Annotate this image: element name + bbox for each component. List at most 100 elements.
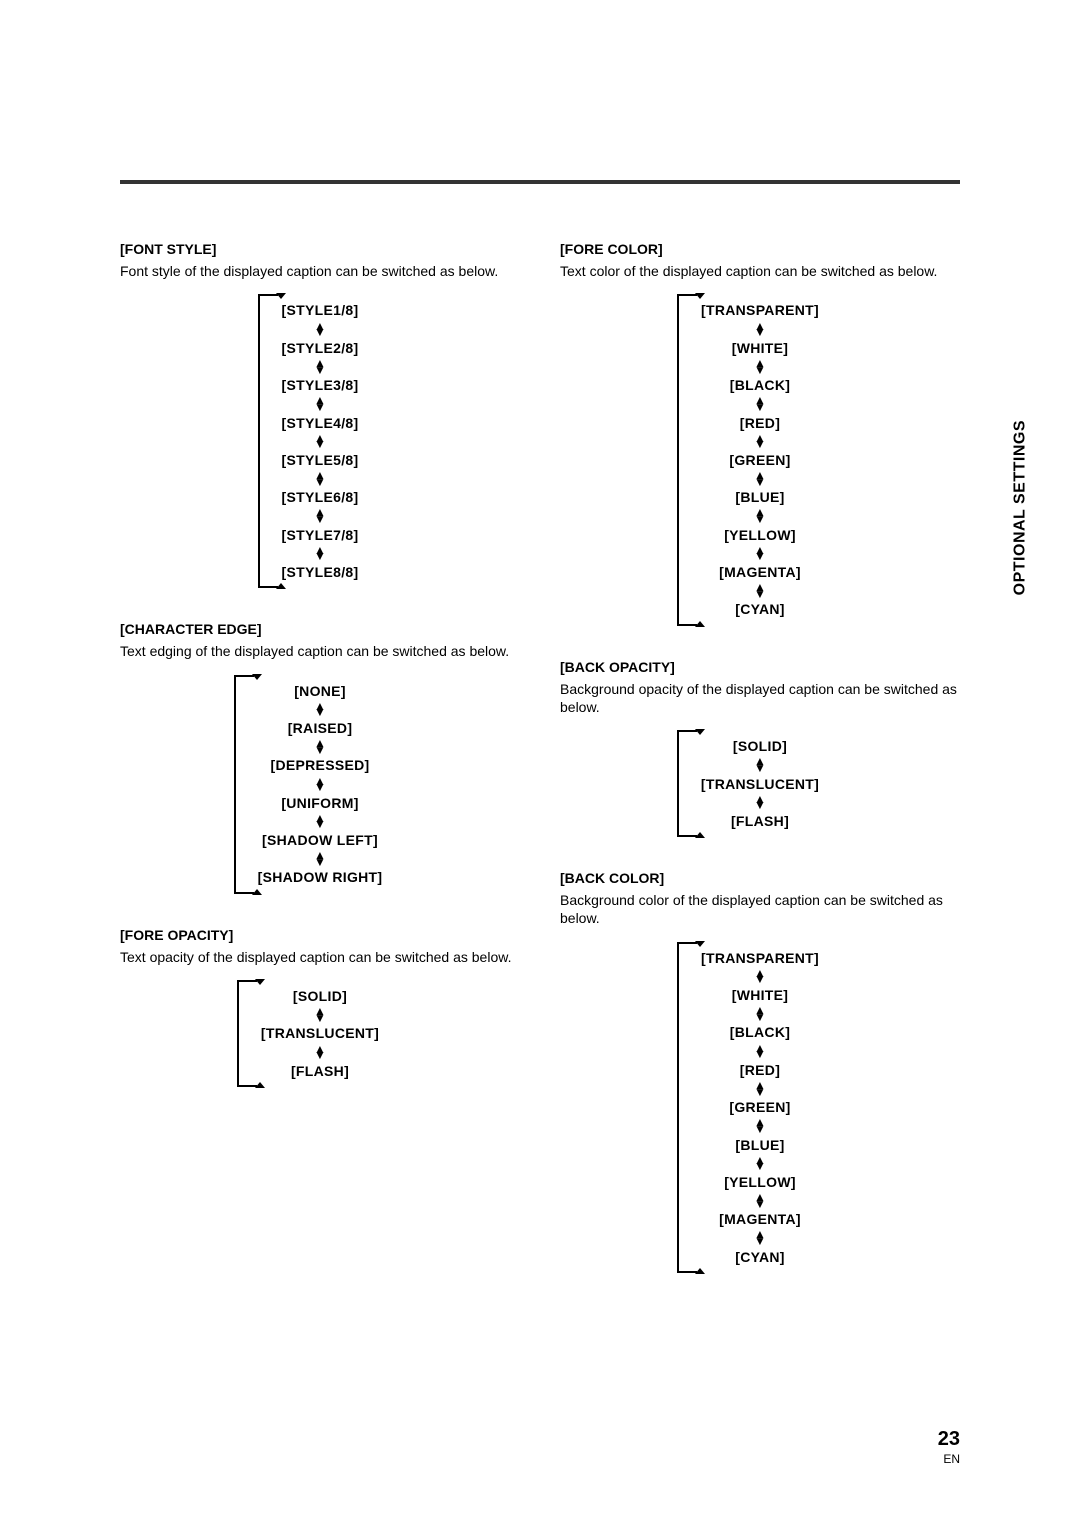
option-list: [STYLE1/8] ▲▼ [STYLE2/8] ▲▼ [STYLE3/8] ▲▼ [STY… bbox=[282, 290, 359, 592]
cycle-container: [NONE] ▲▼ [RAISED] ▲▼ [DEPRESSED] ▲▼ [UNIFORM]… bbox=[120, 671, 520, 898]
manual-page: OPTIONAL SETTINGS [FONT STYLE]Font style… bbox=[0, 0, 1080, 1528]
settings-section: [BACK OPACITY] Background opacity of the … bbox=[560, 658, 960, 842]
up-down-arrow-icon: ▲▼ bbox=[754, 1119, 766, 1132]
section-tab-label: OPTIONAL SETTINGS bbox=[1010, 420, 1031, 595]
cycle-container: [SOLID]▲▼[TRANSLUCENT]▲▼[FLASH] bbox=[560, 726, 960, 841]
option-item: [TRANSPARENT] bbox=[701, 301, 819, 319]
option-cycle: [NONE] ▲▼ [RAISED] ▲▼ [DEPRESSED] ▲▼ [UNIFORM]… bbox=[234, 671, 407, 898]
option-item: [CYAN] bbox=[735, 600, 785, 618]
up-down-arrow-icon: ▲▼ bbox=[314, 323, 326, 336]
up-down-arrow-icon: ▲▼ bbox=[754, 970, 766, 983]
up-down-arrow-icon: ▲▼ bbox=[754, 1231, 766, 1244]
section-title: [BACK OPACITY] bbox=[560, 658, 960, 676]
cycle-container: [STYLE1/8] ▲▼ [STYLE2/8] ▲▼ [STYLE3/8] ▲▼ [STY… bbox=[120, 290, 520, 592]
up-down-arrow-icon: ▲▼ bbox=[754, 360, 766, 373]
two-column-layout: [FONT STYLE]Font style of the displayed … bbox=[120, 240, 960, 1305]
cycle-bracket-icon bbox=[677, 942, 697, 1273]
option-item: [TRANSLUCENT] bbox=[261, 1024, 379, 1042]
up-down-arrow-icon: ▲▼ bbox=[314, 435, 326, 448]
option-item: [WHITE] bbox=[732, 339, 789, 357]
up-down-arrow-icon: ▲▼ bbox=[754, 472, 766, 485]
up-down-arrow-icon: ▲▼ bbox=[754, 1194, 766, 1207]
cycle-bracket-icon bbox=[237, 980, 257, 1087]
up-down-arrow-icon: ▲▼ bbox=[314, 740, 326, 753]
up-down-arrow-icon: ▲▼ bbox=[754, 1007, 766, 1020]
section-title: [FONT STYLE] bbox=[120, 240, 520, 258]
option-item: [UNIFORM] bbox=[281, 794, 358, 812]
option-item: [SOLID] bbox=[733, 737, 787, 755]
up-down-arrow-icon: ▲▼ bbox=[314, 1046, 326, 1059]
option-cycle: [SOLID] ▲▼ [TRANSLUCENT] ▲▼ [FLASH] bbox=[237, 976, 403, 1091]
up-down-arrow-icon: ▲▼ bbox=[754, 547, 766, 560]
option-item: [STYLE8/8] bbox=[282, 563, 359, 581]
page-language: EN bbox=[938, 1452, 960, 1468]
cycle-bracket-icon bbox=[677, 294, 697, 625]
option-item: [YELLOW] bbox=[724, 526, 796, 544]
option-item: [BLUE] bbox=[735, 1136, 784, 1154]
up-down-arrow-icon: ▲▼ bbox=[754, 584, 766, 597]
up-down-arrow-icon: ▲▼ bbox=[314, 547, 326, 560]
option-item: [RAISED] bbox=[288, 719, 353, 737]
up-down-arrow-icon: ▲▼ bbox=[754, 758, 766, 771]
option-item: [STYLE5/8] bbox=[282, 451, 359, 469]
option-cycle: [TRANSPARENT]▲▼[WHITE]▲▼[BLACK]▲▼[RED]▲▼… bbox=[677, 290, 843, 629]
section-title: [CHARACTER EDGE] bbox=[120, 620, 520, 638]
section-title: [FORE COLOR] bbox=[560, 240, 960, 258]
option-item: [SHADOW LEFT] bbox=[262, 831, 378, 849]
option-item: [MAGENTA] bbox=[719, 563, 801, 581]
option-cycle: [TRANSPARENT]▲▼[WHITE]▲▼[BLACK]▲▼[RED]▲▼… bbox=[677, 938, 843, 1277]
option-item: [RED] bbox=[740, 1061, 780, 1079]
page-number: 23 bbox=[938, 1426, 960, 1452]
option-item: [STYLE1/8] bbox=[282, 301, 359, 319]
option-list: [SOLID]▲▼[TRANSLUCENT]▲▼[FLASH] bbox=[701, 726, 819, 841]
left-column: [FONT STYLE]Font style of the displayed … bbox=[120, 240, 520, 1305]
option-item: [DEPRESSED] bbox=[271, 756, 370, 774]
cycle-bracket-icon bbox=[677, 730, 697, 837]
option-item: [WHITE] bbox=[732, 986, 789, 1004]
option-item: [SOLID] bbox=[293, 987, 347, 1005]
up-down-arrow-icon: ▲▼ bbox=[754, 1045, 766, 1058]
settings-section: [FORE COLOR]Text color of the displayed … bbox=[560, 240, 960, 630]
settings-section: [BACK COLOR] Background color of the disp… bbox=[560, 869, 960, 1277]
section-description: Text opacity of the displayed caption ca… bbox=[120, 948, 520, 966]
up-down-arrow-icon: ▲▼ bbox=[314, 509, 326, 522]
section-description: Background opacity of the displayed capt… bbox=[560, 680, 960, 716]
section-description: Background color of the displayed captio… bbox=[560, 891, 960, 927]
cycle-bracket-icon bbox=[234, 675, 254, 894]
section-title: [BACK COLOR] bbox=[560, 869, 960, 887]
cycle-container: [TRANSPARENT]▲▼[WHITE]▲▼[BLACK]▲▼[RED]▲▼… bbox=[560, 938, 960, 1277]
up-down-arrow-icon: ▲▼ bbox=[314, 703, 326, 716]
option-item: [BLUE] bbox=[735, 488, 784, 506]
option-item: [GREEN] bbox=[729, 1098, 790, 1116]
option-item: [STYLE3/8] bbox=[282, 376, 359, 394]
up-down-arrow-icon: ▲▼ bbox=[754, 1082, 766, 1095]
option-item: [YELLOW] bbox=[724, 1173, 796, 1191]
section-title: [FORE OPACITY] bbox=[120, 926, 520, 944]
up-down-arrow-icon: ▲▼ bbox=[314, 815, 326, 828]
up-down-arrow-icon: ▲▼ bbox=[754, 796, 766, 809]
option-item: [STYLE7/8] bbox=[282, 526, 359, 544]
option-list: [TRANSPARENT]▲▼[WHITE]▲▼[BLACK]▲▼[RED]▲▼… bbox=[701, 938, 819, 1277]
option-item: [NONE] bbox=[294, 682, 346, 700]
settings-section: [FORE OPACITY] Text opacity of the displa… bbox=[120, 926, 520, 1091]
header-rule bbox=[120, 180, 960, 184]
up-down-arrow-icon: ▲▼ bbox=[314, 1008, 326, 1021]
cycle-container: [TRANSPARENT]▲▼[WHITE]▲▼[BLACK]▲▼[RED]▲▼… bbox=[560, 290, 960, 629]
settings-section: [FONT STYLE]Font style of the displayed … bbox=[120, 240, 520, 592]
up-down-arrow-icon: ▲▼ bbox=[754, 397, 766, 410]
up-down-arrow-icon: ▲▼ bbox=[314, 472, 326, 485]
option-item: [STYLE6/8] bbox=[282, 488, 359, 506]
option-item: [FLASH] bbox=[291, 1062, 349, 1080]
option-list: [SOLID] ▲▼ [TRANSLUCENT] ▲▼ [FLASH] bbox=[261, 976, 379, 1091]
option-item: [STYLE2/8] bbox=[282, 339, 359, 357]
up-down-arrow-icon: ▲▼ bbox=[754, 1157, 766, 1170]
settings-section: [CHARACTER EDGE]Text edging of the displ… bbox=[120, 620, 520, 897]
up-down-arrow-icon: ▲▼ bbox=[314, 360, 326, 373]
option-item: [BLACK] bbox=[730, 1023, 790, 1041]
cycle-bracket-icon bbox=[258, 294, 278, 588]
option-item: [FLASH] bbox=[731, 812, 789, 830]
cycle-container: [SOLID] ▲▼ [TRANSLUCENT] ▲▼ [FLASH] bbox=[120, 976, 520, 1091]
up-down-arrow-icon: ▲▼ bbox=[314, 397, 326, 410]
up-down-arrow-icon: ▲▼ bbox=[754, 323, 766, 336]
option-item: [BLACK] bbox=[730, 376, 790, 394]
